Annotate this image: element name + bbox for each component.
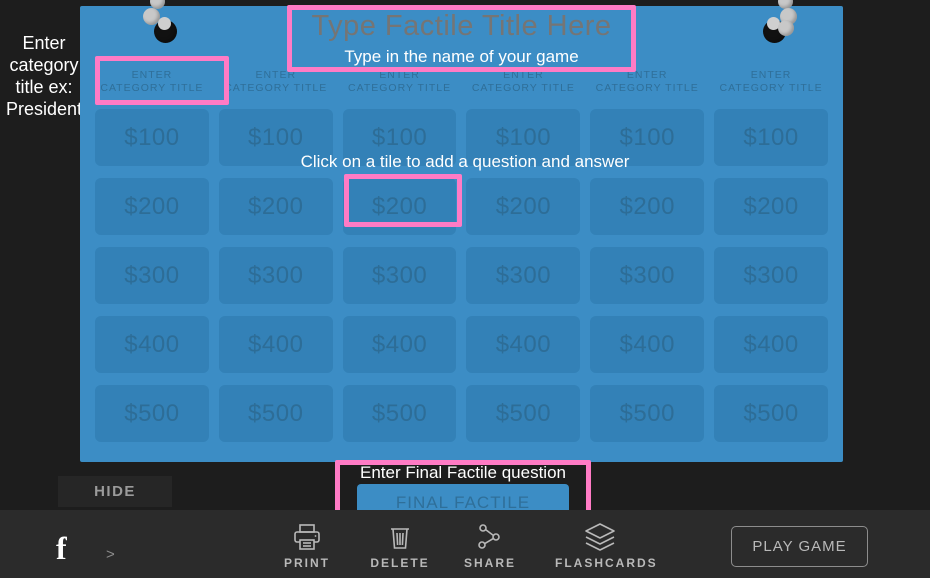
tile-4-5[interactable]: $500 [714, 385, 828, 442]
tile-1-1[interactable]: $200 [218, 178, 333, 235]
app-root: Enter category title ex: President Type … [0, 0, 930, 578]
tile-1-0[interactable]: $200 [95, 178, 209, 235]
tile-1-3[interactable]: $200 [466, 178, 581, 235]
chevron-right-icon[interactable]: > [106, 546, 115, 563]
tile-3-1[interactable]: $400 [218, 316, 333, 373]
tile-0-5[interactable]: $100 [714, 109, 828, 166]
category-title-input-5[interactable]: ENTER CATEGORY TITLE [714, 60, 828, 104]
tile-4-4[interactable]: $500 [590, 385, 705, 442]
share-button[interactable]: SHARE [445, 520, 535, 570]
category-title-input-0[interactable]: ENTER CATEGORY TITLE [95, 60, 209, 104]
hide-button[interactable]: HIDE [58, 476, 172, 507]
tile-1-2[interactable]: $200 [342, 178, 457, 235]
delete-button[interactable]: DELETE [355, 520, 445, 570]
tile-2-1[interactable]: $300 [218, 247, 333, 304]
share-nodes-icon [445, 520, 535, 554]
tile-0-4[interactable]: $100 [590, 109, 705, 166]
tile-2-2[interactable]: $300 [342, 247, 457, 304]
game-board: Type in the name of your game ENTERCATEG… [80, 0, 843, 462]
tile-row: $300 $300 $300 $300 $300 $300 [90, 247, 833, 304]
tile-4-2[interactable]: $500 [342, 385, 457, 442]
printer-icon [262, 520, 352, 554]
final-factile-label: Enter Final Factile question [360, 463, 566, 482]
tile-4-3[interactable]: $500 [466, 385, 581, 442]
category-title-input-1[interactable]: ENTER CATEGORY TITLE [219, 60, 333, 104]
delete-label: DELETE [370, 556, 430, 570]
tile-1-5[interactable]: $200 [714, 178, 828, 235]
print-label: PRINT [284, 556, 330, 570]
share-label: SHARE [463, 556, 516, 570]
tile-row: $500 $500 $500 $500 $500 $500 [90, 385, 833, 442]
category-title-input-4[interactable]: ENTER CATEGORY TITLE [590, 60, 704, 104]
tile-2-3[interactable]: $300 [466, 247, 581, 304]
tile-3-4[interactable]: $400 [590, 316, 705, 373]
tile-2-0[interactable]: $300 [95, 247, 209, 304]
category-title-input-2[interactable]: ENTER CATEGORY TITLE [343, 60, 457, 104]
category-hint-text: Enter category title ex: President [5, 33, 83, 119]
tile-3-0[interactable]: $400 [95, 316, 209, 373]
tile-2-4[interactable]: $300 [590, 247, 705, 304]
tile-4-0[interactable]: $500 [95, 385, 209, 442]
tile-4-1[interactable]: $500 [218, 385, 333, 442]
board-title-input[interactable] [287, 8, 636, 44]
layers-icon [555, 520, 645, 554]
flashcards-button[interactable]: FLASHCARDS [555, 520, 658, 570]
category-title-input-3[interactable]: ENTER CATEGORY TITLE [466, 60, 580, 104]
tile-1-4[interactable]: $200 [590, 178, 705, 235]
tile-0-3[interactable]: $100 [466, 109, 581, 166]
tile-3-2[interactable]: $400 [342, 316, 457, 373]
tile-3-5[interactable]: $400 [714, 316, 828, 373]
tile-3-3[interactable]: $400 [466, 316, 581, 373]
play-game-button[interactable]: PLAY GAME [731, 526, 868, 567]
tile-row: $400 $400 $400 $400 $400 $400 [90, 316, 833, 373]
flashcards-label: FLASHCARDS [555, 556, 658, 570]
tile-0-0[interactable]: $100 [95, 109, 209, 166]
tile-2-5[interactable]: $300 [714, 247, 828, 304]
trash-icon [355, 520, 445, 554]
tile-row: $200 $200 $200 $200 $200 $200 [90, 178, 833, 235]
category-header-row: ENTER CATEGORY TITLE ENTER CATEGORY TITLE EN… [90, 60, 833, 104]
print-button[interactable]: PRINT [262, 520, 352, 570]
tile-0-1[interactable]: $100 [218, 109, 333, 166]
tile-row: $100 $100 $100 $100 $100 $100 [90, 109, 833, 166]
tile-0-2[interactable]: $100 [342, 109, 457, 166]
facebook-icon[interactable]: f [56, 532, 67, 564]
